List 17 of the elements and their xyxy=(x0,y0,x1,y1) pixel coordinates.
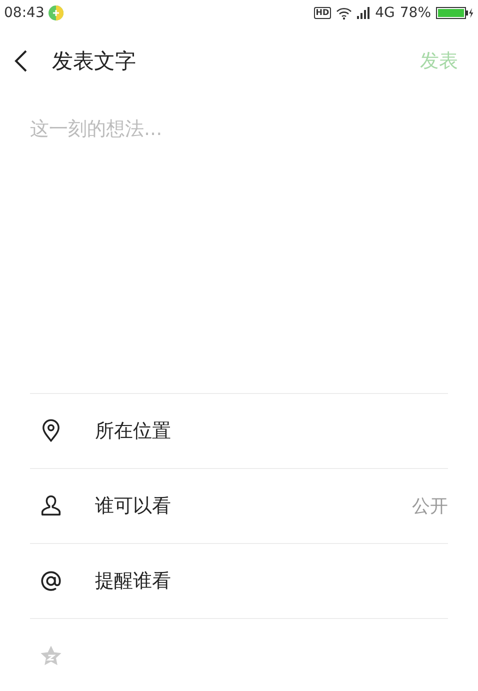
option-row[interactable]: 所在位置 xyxy=(30,393,448,468)
battery-percent: 78% xyxy=(400,5,431,21)
wifi-icon xyxy=(336,6,352,20)
notification-icon xyxy=(48,5,64,21)
page-title: 发表文字 xyxy=(52,48,137,75)
option-label: 谁可以看 xyxy=(95,494,172,519)
status-time: 08:43 xyxy=(4,5,44,21)
at-sign-icon xyxy=(38,568,64,594)
signal-icon xyxy=(357,7,370,19)
option-label: 所在位置 xyxy=(95,419,172,444)
battery-charging-icon xyxy=(436,7,474,19)
network-type: 4G xyxy=(375,5,395,21)
option-row[interactable]: 谁可以看 公开 xyxy=(30,468,448,543)
option-row[interactable]: 提醒谁看 xyxy=(30,543,448,618)
option-label: 提醒谁看 xyxy=(95,569,172,594)
option-value: 公开 xyxy=(412,495,448,518)
hd-badge: HD xyxy=(314,7,332,19)
